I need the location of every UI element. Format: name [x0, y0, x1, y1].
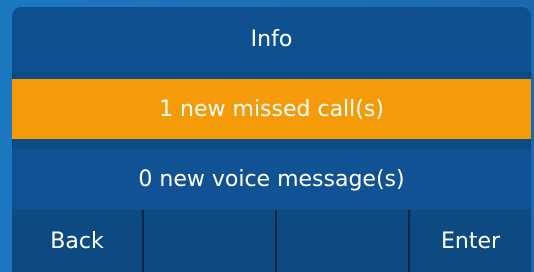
screen-title: Info	[12, 7, 531, 72]
list-item-label: 1 new missed call(s)	[159, 96, 384, 122]
back-softkey-label: Back	[50, 228, 104, 254]
info-list: 1 new missed call(s) 0 new voice message…	[12, 79, 531, 209]
back-softkey[interactable]: Back	[12, 210, 144, 272]
enter-softkey-label: Enter	[440, 228, 501, 254]
softkey-2[interactable]	[144, 210, 277, 272]
info-panel: Info 1 new missed call(s) 0 new voice me…	[12, 7, 531, 272]
softkey-bar: Back Enter	[12, 210, 531, 272]
list-item-voice-messages[interactable]: 0 new voice message(s)	[12, 149, 531, 209]
list-item-label: 0 new voice message(s)	[138, 166, 405, 192]
enter-softkey[interactable]: Enter	[410, 210, 531, 272]
screen-title-text: Info	[250, 27, 293, 52]
list-item-missed-calls[interactable]: 1 new missed call(s)	[12, 79, 531, 139]
softkey-3[interactable]	[277, 210, 410, 272]
